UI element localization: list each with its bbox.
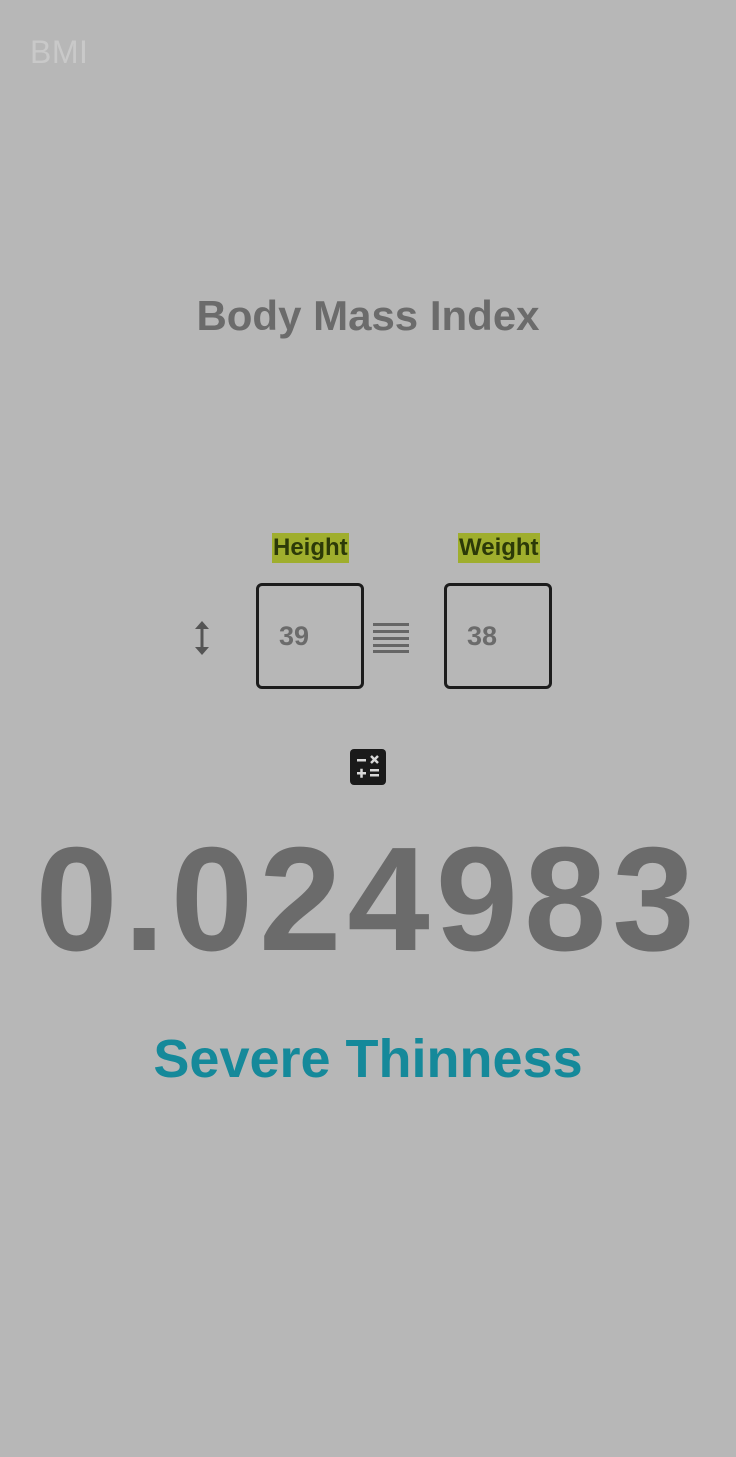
vertical-arrows-icon <box>195 621 209 655</box>
weight-lines-icon <box>373 623 409 653</box>
weight-label: Weight <box>458 533 540 563</box>
calculator-icon <box>357 755 379 778</box>
height-label: Height <box>272 533 349 563</box>
height-input[interactable] <box>256 583 364 689</box>
calculate-button[interactable] <box>350 749 386 785</box>
page-title: Body Mass Index <box>196 292 540 339</box>
app-title: BMI <box>30 34 89 70</box>
bmi-category: Severe Thinness <box>153 1029 583 1089</box>
bmi-result-value: 0.024983 <box>35 817 701 982</box>
weight-input[interactable] <box>444 583 552 689</box>
